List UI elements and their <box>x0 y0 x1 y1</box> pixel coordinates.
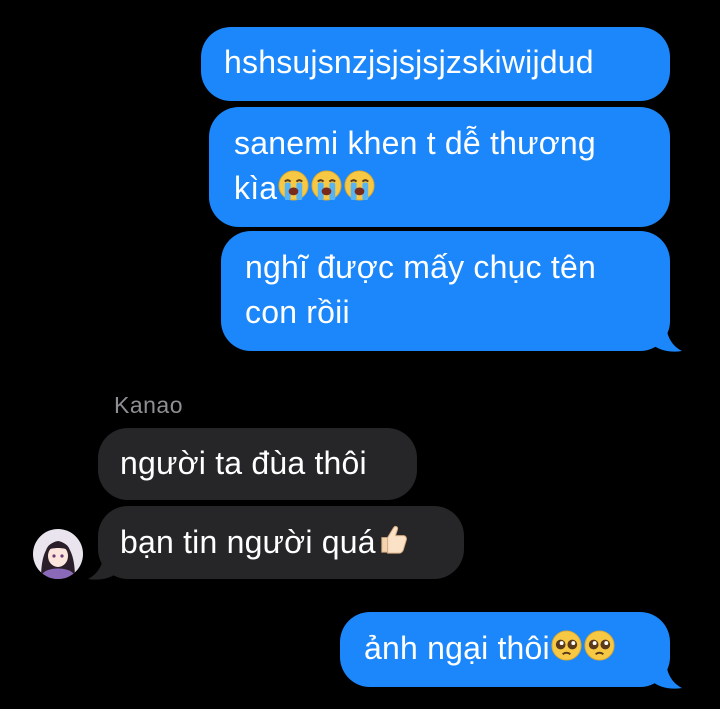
incoming-message[interactable]: người ta đùa thôi <box>98 428 417 500</box>
message-text: kìa <box>234 170 278 206</box>
message-text-line: sanemi khen t dễ thương <box>234 125 596 161</box>
pleading-face-icon <box>583 629 616 674</box>
thumbs-up-icon <box>376 523 409 568</box>
message-text-line-with-emoji: kìa <box>234 166 670 214</box>
message-text-line: con rồii <box>245 294 350 330</box>
bubble-tail <box>652 659 682 689</box>
outgoing-message[interactable]: nghĩ được mấy chục tên con rồii <box>221 231 670 351</box>
message-text: ảnh ngại thôi <box>364 630 550 666</box>
outgoing-message[interactable]: ảnh ngại thôi <box>340 612 670 687</box>
message-text: hshsujsnzjsjsjsjzskiwijdud <box>224 44 594 80</box>
outgoing-message[interactable]: hshsujsnzjsjsjsjzskiwijdud <box>201 27 670 101</box>
pleading-face-icon <box>550 629 583 674</box>
sender-name: Kanao <box>114 392 184 418</box>
outgoing-message[interactable]: sanemi khen t dễ thương kìa <box>209 107 670 227</box>
loudly-crying-face-icon <box>310 169 343 214</box>
loudly-crying-face-icon <box>277 169 310 214</box>
loudly-crying-face-icon <box>343 169 376 214</box>
message-text: người ta đùa thôi <box>120 445 367 481</box>
avatar[interactable] <box>33 529 83 579</box>
bubble-tail <box>652 322 682 352</box>
message-text: bạn tin người quá <box>120 524 376 560</box>
message-text-line: nghĩ được mấy chục tên <box>245 249 596 285</box>
incoming-message[interactable]: bạn tin người quá <box>98 506 464 579</box>
